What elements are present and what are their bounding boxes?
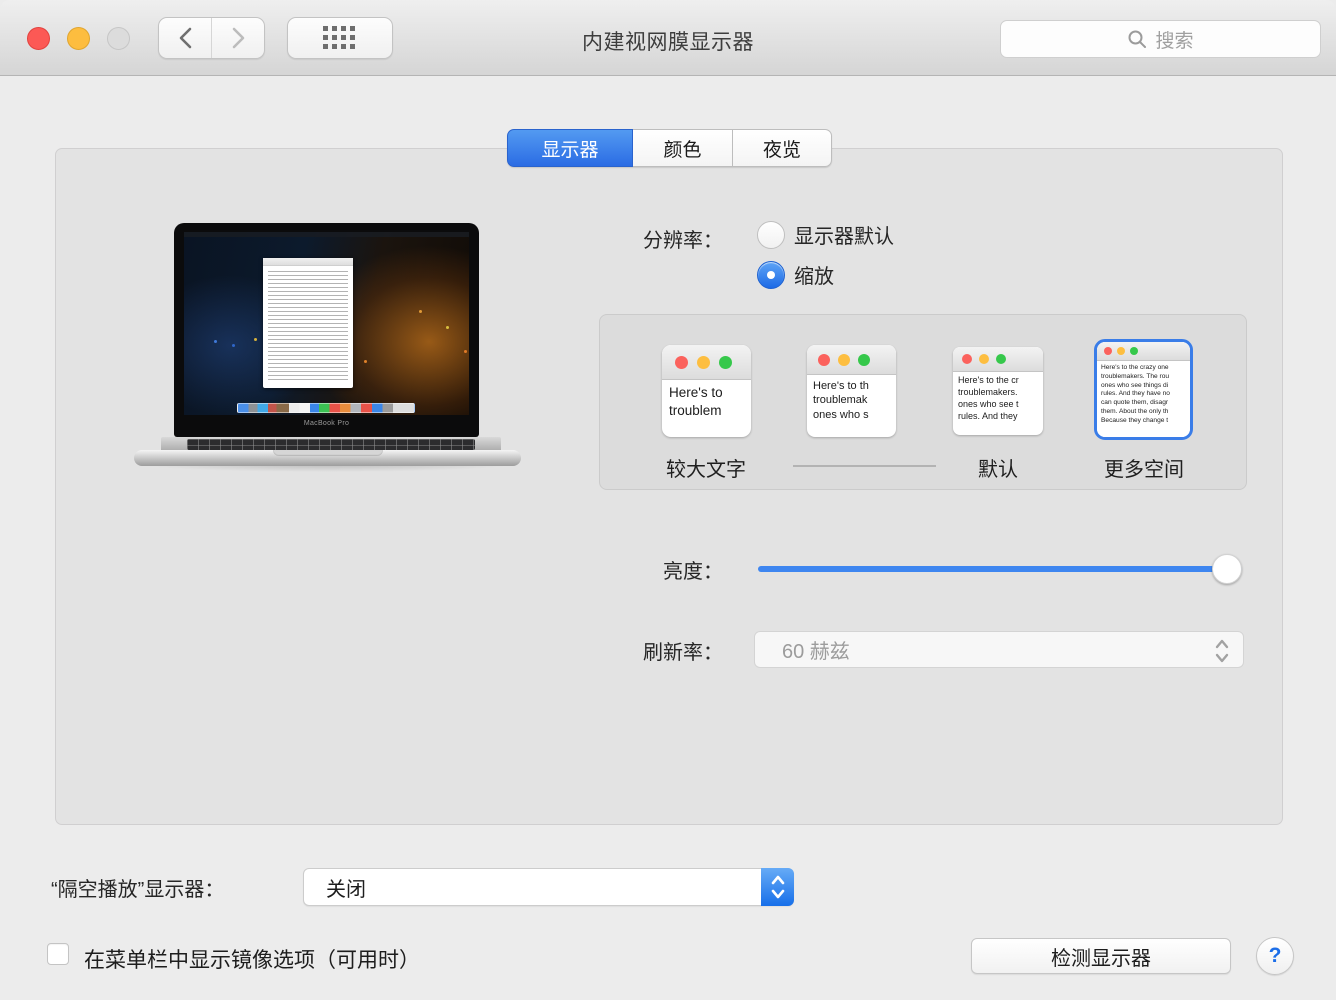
- popup-chevrons-icon: [761, 868, 794, 906]
- mini-minimize-icon: [838, 354, 850, 366]
- scaled-option-more-space[interactable]: Here's to the crazy one troublemakers. T…: [1097, 342, 1190, 437]
- mini-dock: [237, 403, 415, 413]
- mini-titlebar: [1097, 342, 1190, 361]
- refresh-rate-label: 刷新率：: [401, 636, 723, 665]
- mini-window-text: [268, 271, 348, 383]
- label-default: 默认: [978, 453, 1018, 482]
- search-input[interactable]: 搜索: [1000, 20, 1321, 58]
- search-icon: [1127, 29, 1147, 49]
- radio-default-for-display[interactable]: [757, 221, 785, 249]
- scaled-option-2[interactable]: Here's to th troublemak ones who s: [807, 345, 896, 437]
- macbook-caption: MacBook Pro: [174, 420, 479, 427]
- mini-titlebar: [807, 345, 896, 375]
- tab-color[interactable]: 颜色: [633, 129, 733, 167]
- macbook-lid-notch: [273, 450, 383, 456]
- detect-displays-label: 检测显示器: [1051, 942, 1151, 971]
- airplay-display-value: 关闭: [326, 873, 366, 902]
- brightness-label: 亮度：: [401, 555, 723, 584]
- mini-close-icon: [1104, 347, 1112, 355]
- macbook-display-image: MacBook Pro: [129, 216, 525, 472]
- scale-connector-line: [793, 465, 936, 467]
- airplay-display-label: “隔空播放”显示器：: [51, 873, 224, 902]
- macbook-base: [134, 450, 521, 466]
- airplay-display-popup[interactable]: 关闭: [303, 868, 794, 906]
- displays-tab-panel: MacBook Pro 分辨率： 显示器默认 缩放: [55, 148, 1283, 825]
- mini-close-icon: [675, 356, 688, 369]
- scaled-option-more-space-selected[interactable]: Here's to the crazy one troublemakers. T…: [1094, 339, 1193, 440]
- stepper-chevrons-icon: [1213, 638, 1231, 664]
- macbook-bezel: MacBook Pro: [174, 223, 479, 437]
- mini-minimize-icon: [1117, 347, 1125, 355]
- label-more-space: 更多空间: [1104, 453, 1184, 482]
- mini-close-icon: [818, 354, 830, 366]
- scaled-option-default[interactable]: Here's to the cr troublemakers. ones who…: [953, 347, 1043, 435]
- scaled-option-larger-text[interactable]: Here's to troublem: [662, 345, 751, 437]
- help-button[interactable]: ?: [1256, 937, 1294, 975]
- mini-zoom-icon: [1130, 347, 1138, 355]
- radio-scaled[interactable]: [757, 261, 785, 289]
- mini-window-titlebar: [263, 258, 353, 266]
- show-mirroring-options-label: 在菜单栏中显示镜像选项（可用时）: [84, 944, 420, 974]
- mini-zoom-icon: [996, 354, 1006, 364]
- mini-minimize-icon: [697, 356, 710, 369]
- mini-zoom-icon: [719, 356, 732, 369]
- resolution-label: 分辨率：: [401, 224, 723, 253]
- mini-titlebar: [953, 347, 1043, 372]
- radio-scaled-label: 缩放: [794, 260, 834, 289]
- label-larger-text: 较大文字: [666, 453, 746, 482]
- refresh-rate-value: 60 赫兹: [782, 635, 850, 664]
- tab-night-shift[interactable]: 夜览: [733, 129, 832, 167]
- preview-text: Here's to troublem: [662, 380, 751, 419]
- resolution-radio-group: 显示器默认 缩放: [757, 220, 894, 289]
- preview-text: Here's to the crazy one troublemakers. T…: [1097, 361, 1190, 425]
- preview-text: Here's to the cr troublemakers. ones who…: [953, 372, 1043, 423]
- mini-titlebar: [662, 345, 751, 380]
- city-lights: [214, 340, 217, 343]
- refresh-rate-popup: 60 赫兹: [754, 631, 1244, 668]
- resolution-option-scaled[interactable]: 缩放: [757, 260, 894, 289]
- macbook-screen-wallpaper: [184, 232, 469, 415]
- brightness-slider-thumb[interactable]: [1212, 554, 1242, 584]
- question-mark-icon: ?: [1269, 944, 1282, 968]
- toolbar: 内建视网膜显示器 搜索: [0, 0, 1336, 76]
- radio-default-label: 显示器默认: [794, 220, 894, 249]
- show-mirroring-options-checkbox[interactable]: [47, 943, 69, 965]
- brightness-slider-track[interactable]: [758, 566, 1242, 572]
- mini-minimize-icon: [979, 354, 989, 364]
- brightness-slider[interactable]: [758, 554, 1242, 584]
- mini-close-icon: [962, 354, 972, 364]
- mini-zoom-icon: [858, 354, 870, 366]
- search-placeholder: 搜索: [1155, 26, 1193, 53]
- detect-displays-button[interactable]: 检测显示器: [971, 938, 1231, 974]
- mini-textedit-window: [263, 258, 353, 388]
- resolution-option-default[interactable]: 显示器默认: [757, 220, 894, 249]
- tab-bar: 显示器 颜色 夜览: [507, 129, 832, 167]
- scaled-resolution-box: Here's to troublem Here's to th troublem…: [599, 314, 1247, 490]
- tab-displays[interactable]: 显示器: [507, 129, 633, 167]
- preview-text: Here's to th troublemak ones who s: [807, 375, 896, 422]
- macbook-keyboard: [187, 439, 475, 450]
